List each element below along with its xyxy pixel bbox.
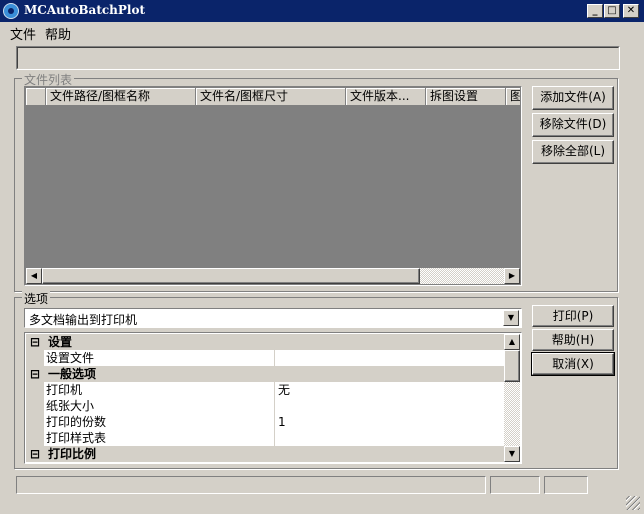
vertical-scrollbar[interactable]: ▲ ▼ [504, 334, 520, 462]
property-rows: ⊟ 设置 设置文件 ⊟ 一般选项 打印机 无 纸张大小 打印的份数 1 打印样式… [26, 334, 504, 463]
arrow-right-icon[interactable]: ▶ [504, 268, 520, 284]
property-row[interactable]: 打印机 无 [26, 382, 504, 398]
horizontal-scrollbar[interactable]: ◀ ▶ [26, 268, 520, 284]
cancel-button[interactable]: 取消(X) [531, 352, 615, 376]
category-label: 打印比例 [48, 447, 97, 461]
print-button[interactable]: 打印(P) [532, 305, 614, 327]
maximize-button[interactable]: □ [604, 4, 620, 18]
column-header-version[interactable]: 文件版本... [346, 88, 426, 106]
options-legend: 选项 [22, 290, 51, 307]
property-name: 打印机 [46, 382, 274, 398]
title-bar: MCAutoBatchPlot _ □ ✕ [0, 0, 644, 22]
app-logo-icon [3, 3, 19, 19]
close-button[interactable]: ✕ [623, 4, 639, 18]
table-header: 文件路径/图框名称 文件名/图框尺寸 文件版本... 拆图设置 图 [26, 88, 520, 106]
collapse-icon[interactable]: ⊟ [30, 446, 40, 462]
path-bar [16, 46, 620, 70]
options-property-grid[interactable]: ⊟ 设置 设置文件 ⊟ 一般选项 打印机 无 纸张大小 打印的份数 1 打印样式… [24, 332, 522, 464]
category-settings[interactable]: ⊟ 设置 [26, 334, 504, 350]
help-button[interactable]: 帮助(H) [532, 329, 614, 351]
menu-file[interactable]: 文件 [10, 24, 36, 43]
property-name: 打印样式表 [46, 430, 274, 446]
scrollbar-thumb[interactable] [42, 268, 420, 284]
file-list-table[interactable]: 文件路径/图框名称 文件名/图框尺寸 文件版本... 拆图设置 图 ◀ ▶ [24, 86, 522, 286]
property-row[interactable]: 打印的份数 1 [26, 414, 504, 430]
property-name: 纸张大小 [46, 398, 274, 414]
window-title: MCAutoBatchPlot [24, 3, 146, 17]
property-value[interactable]: 无 [278, 382, 290, 398]
arrow-left-icon[interactable]: ◀ [26, 268, 42, 284]
status-pane-tertiary [544, 476, 588, 494]
remove-file-button[interactable]: 移除文件(D) [532, 113, 614, 137]
property-name: 打印的份数 [46, 414, 274, 430]
scrollbar-thumb[interactable] [504, 350, 520, 382]
scrollbar-track[interactable] [504, 382, 520, 446]
menu-bar: 文件 帮助 [0, 22, 644, 43]
column-header-filename[interactable]: 文件名/图框尺寸 [196, 88, 346, 106]
column-header-path[interactable]: 文件路径/图框名称 [46, 88, 196, 106]
collapse-icon[interactable]: ⊟ [30, 366, 40, 382]
minimize-button[interactable]: _ [587, 4, 603, 18]
category-label: 设置 [48, 335, 73, 349]
add-file-button[interactable]: 添加文件(A) [532, 86, 614, 110]
column-header-select[interactable] [26, 88, 46, 106]
column-header-extra[interactable]: 图 [506, 88, 520, 106]
arrow-up-icon[interactable]: ▲ [504, 334, 520, 350]
category-general[interactable]: ⊟ 一般选项 [26, 366, 504, 382]
remove-all-button[interactable]: 移除全部(L) [532, 140, 614, 164]
property-row[interactable]: 打印样式表 [26, 430, 504, 446]
arrow-down-icon[interactable]: ▼ [504, 446, 520, 462]
status-pane-secondary [490, 476, 540, 494]
scrollbar-track[interactable] [420, 268, 504, 284]
menu-help[interactable]: 帮助 [45, 24, 71, 43]
output-mode-value: 多文档输出到打印机 [29, 313, 138, 327]
column-header-split[interactable]: 拆图设置 [426, 88, 506, 106]
collapse-icon[interactable]: ⊟ [30, 334, 40, 350]
chevron-down-icon[interactable]: ▼ [503, 310, 519, 326]
property-row[interactable]: 设置文件 [26, 350, 504, 366]
property-name: 设置文件 [46, 350, 274, 366]
property-row[interactable]: 纸张大小 [26, 398, 504, 414]
category-label: 一般选项 [48, 367, 97, 381]
category-scale[interactable]: ⊟ 打印比例 [26, 446, 504, 462]
property-value[interactable]: 1 [278, 414, 286, 430]
status-pane-main [16, 476, 486, 494]
output-mode-select[interactable]: 多文档输出到打印机 ▼ [24, 308, 522, 328]
resize-grip-icon[interactable] [626, 496, 640, 510]
